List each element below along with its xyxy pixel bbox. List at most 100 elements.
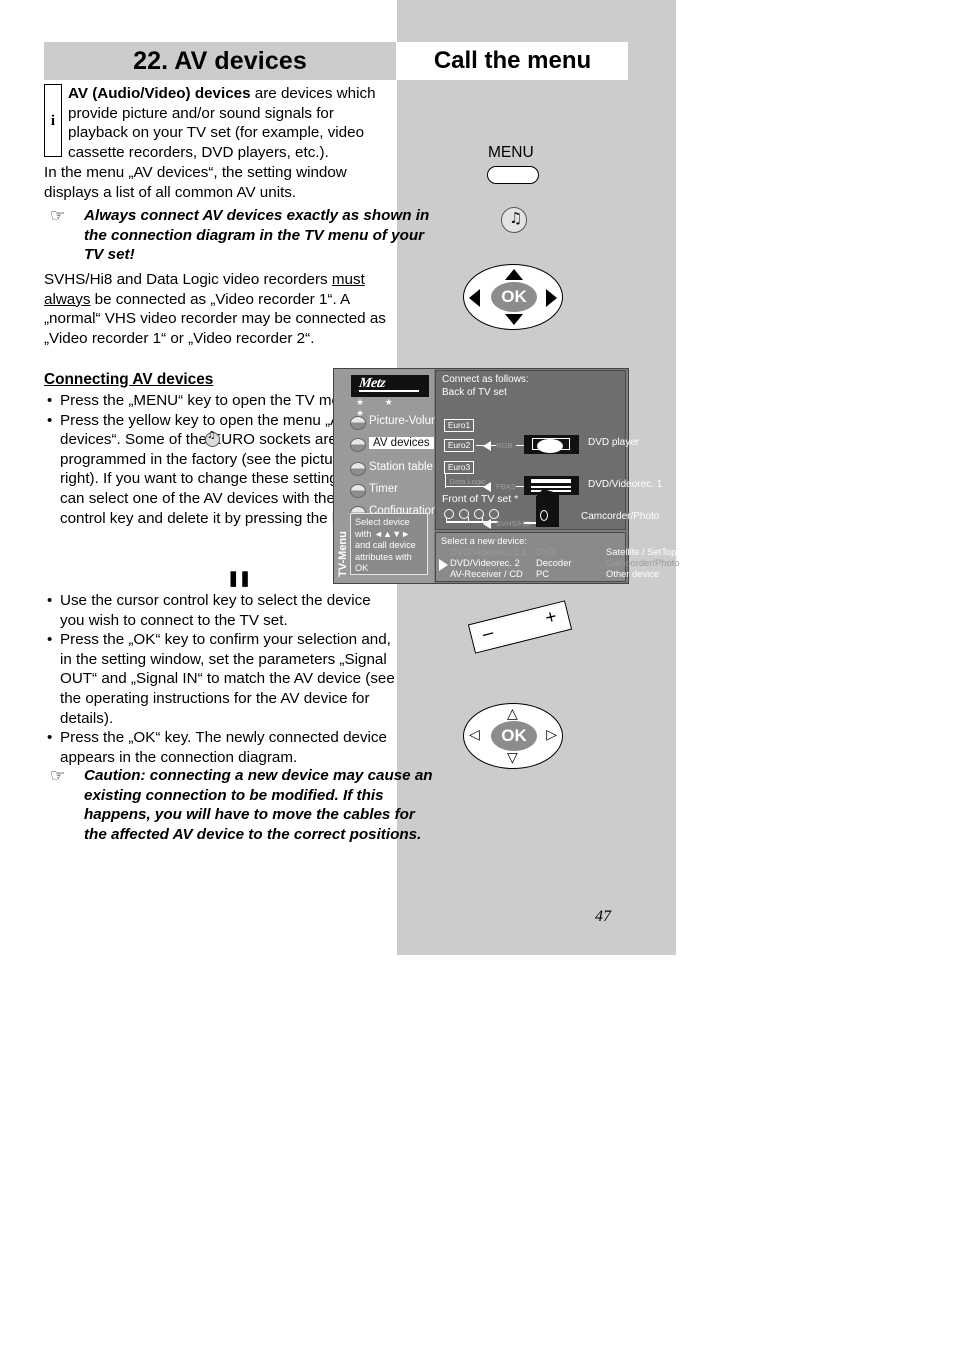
manual-page: 22. AV devices Call the menu i AV (Audio… bbox=[0, 0, 954, 1351]
note-always-connect-text: Always connect AV devices exactly as sho… bbox=[84, 207, 430, 264]
wire-cam bbox=[524, 522, 538, 524]
step-5-text: Press the „OK“ key. The newly connected … bbox=[60, 729, 387, 766]
list-item: Press the „OK“ key to confirm your selec… bbox=[46, 630, 398, 728]
pointing-hand-icon: ☞ bbox=[50, 206, 66, 226]
tv-menu-item-label: Station table bbox=[369, 461, 433, 473]
signal-arrow-fbas bbox=[483, 482, 491, 492]
intro-paragraph: In the menu „AV devices“, the setting wi… bbox=[44, 164, 347, 201]
ok-button[interactable]: OK bbox=[491, 282, 537, 312]
wire-front-v1 bbox=[446, 517, 448, 522]
signal-arrow-svhs bbox=[483, 519, 491, 529]
menu-knob-icon bbox=[350, 462, 366, 476]
diagram-subtitle: Back of TV set bbox=[442, 387, 507, 398]
signal-arrow-rgb bbox=[483, 441, 491, 451]
info-icon-letter: i bbox=[50, 113, 56, 129]
note-caution: ☞ Caution: connecting a new device may c… bbox=[44, 766, 436, 844]
tv-menu-sidebar: TV-Menu Metz ★ ★ ★ Picture-Volume AV dev… bbox=[334, 369, 447, 583]
recorder-text-a: SVHS/Hi8 and Data Logic video recorders bbox=[44, 271, 332, 288]
device-option-av-receiver-cd[interactable]: AV-Receiver / CD bbox=[450, 568, 523, 579]
info-text: AV (Audio/Video) devices are devices whi… bbox=[68, 84, 394, 162]
videorec-label: DVD/Videorec. 1 bbox=[588, 479, 663, 490]
list-item: Press the „OK“ key. The newly connected … bbox=[46, 728, 398, 767]
pointing-hand-icon: ☞ bbox=[50, 766, 66, 786]
plus-label: + bbox=[543, 606, 560, 630]
euro1-socket[interactable]: Euro1 bbox=[444, 419, 474, 432]
euro2-socket[interactable]: Euro2 bbox=[444, 439, 474, 452]
recorder-paragraph: SVHS/Hi8 and Data Logic video recorders … bbox=[44, 270, 394, 348]
device-option-dvd-videorec-2[interactable]: DVD/Videorec. 2 bbox=[450, 557, 520, 568]
cursor-left-icon[interactable]: ◁ bbox=[469, 728, 480, 742]
cursor-control-pad-filled[interactable]: OK bbox=[463, 264, 563, 330]
cursor-up-icon[interactable] bbox=[505, 269, 523, 280]
videorec-slot-2 bbox=[531, 486, 571, 488]
metz-logo-underline bbox=[359, 390, 419, 392]
tv-menu-vertical-label: TV-Menu bbox=[337, 531, 349, 577]
cursor-right-icon[interactable]: ▷ bbox=[546, 728, 557, 742]
device-option-satellite-settop[interactable]: Satellite / SetTop bbox=[606, 546, 676, 557]
cursor-right-icon[interactable] bbox=[546, 289, 557, 307]
info-icon: i bbox=[44, 84, 62, 157]
section-title: Call the menu bbox=[433, 47, 592, 74]
wire-fbas-b bbox=[516, 486, 524, 488]
camcorder-device bbox=[536, 489, 559, 527]
videorec-slot-1 bbox=[531, 479, 571, 483]
page-number: 47 bbox=[595, 908, 611, 925]
menu-button[interactable] bbox=[487, 166, 539, 184]
step-1-text: Press the „MENU“ key to open the TV menu… bbox=[60, 392, 362, 409]
wire-front-v2 bbox=[468, 517, 470, 522]
dvd-player-label: DVD player bbox=[588, 437, 640, 448]
tv-menu-help-box: Select device with ◄▲▼► and call device … bbox=[350, 513, 428, 575]
cursor-up-icon[interactable]: △ bbox=[507, 707, 518, 721]
device-option-dvd[interactable]: DVD bbox=[536, 546, 556, 557]
selection-cursor-icon bbox=[439, 559, 448, 571]
section-title-bar: Call the menu bbox=[397, 42, 628, 80]
cursor-left-icon[interactable] bbox=[469, 289, 480, 307]
yellow-music-key-icon bbox=[205, 430, 220, 447]
cursor-down-icon[interactable] bbox=[505, 314, 523, 325]
tv-menu-content: Connect as follows: Back of TV set Euro1… bbox=[434, 369, 679, 583]
camcorder-lens-icon bbox=[540, 510, 548, 521]
cursor-control-pad-outline[interactable]: △ ▽ ◁ ▷ OK bbox=[463, 703, 563, 769]
camcorder-label: Camcorder/Photo bbox=[581, 511, 660, 522]
yellow-music-key-button[interactable] bbox=[501, 207, 527, 233]
note-always-connect: ☞ Always connect AV devices exactly as s… bbox=[44, 206, 434, 265]
device-option-pc[interactable]: PC bbox=[536, 568, 549, 579]
connection-diagram: Connect as follows: Back of TV set Euro1… bbox=[435, 370, 662, 530]
info-lead: AV (Audio/Video) devices bbox=[68, 85, 251, 102]
tv-menu-item-label: Timer bbox=[369, 483, 398, 495]
device-option-decoder[interactable]: Decoder bbox=[536, 557, 571, 568]
menu-knob-icon bbox=[350, 484, 366, 498]
wire-rgb-b bbox=[516, 445, 524, 447]
subheading-connecting: Connecting AV devices bbox=[44, 371, 214, 388]
menu-knob-icon bbox=[350, 416, 366, 430]
device-option-dvd-videorec-1[interactable]: DVD/Videorec. 1 1 bbox=[450, 546, 527, 557]
metz-logo: Metz bbox=[351, 375, 429, 397]
cursor-down-icon[interactable]: ▽ bbox=[507, 751, 518, 765]
dvd-disc-icon bbox=[537, 439, 563, 453]
menu-knob-icon bbox=[350, 438, 366, 452]
device-option-other-device[interactable]: Other device bbox=[606, 568, 659, 579]
step-3-text: Use the cursor control key to select the… bbox=[60, 592, 371, 629]
signal-label-rgb: RGB bbox=[496, 441, 513, 450]
tv-menu-screenshot: TV-Menu Metz ★ ★ ★ Picture-Volume AV dev… bbox=[333, 368, 679, 584]
list-item: Use the cursor control key to select the… bbox=[46, 591, 398, 630]
device-option-camcorder-photo[interactable]: Camcorder/Photo bbox=[606, 557, 679, 568]
euro3-socket[interactable]: Euro3 bbox=[444, 461, 474, 474]
front-jack-4 bbox=[489, 509, 499, 519]
ok-button[interactable]: OK bbox=[491, 721, 537, 751]
select-new-device-panel: Select a new device: DVD/Videorec. 1 1 D… bbox=[435, 532, 679, 582]
note-caution-text: Caution: connecting a new device may cau… bbox=[84, 767, 433, 843]
minus-label: – bbox=[480, 621, 496, 645]
steps-list-2: Use the cursor control key to select the… bbox=[46, 591, 398, 767]
diagram-title: Connect as follows: bbox=[442, 374, 529, 385]
tv-menu-item-label: AV devices bbox=[369, 437, 434, 449]
recorder-text-b: be connected as „Video recorder 1“. A „n… bbox=[44, 290, 386, 347]
chapter-title-bar: 22. AV devices bbox=[44, 42, 396, 80]
signal-label-fbas: FBAS bbox=[496, 482, 516, 491]
step-4-text: Press the „OK“ key to confirm your selec… bbox=[60, 631, 395, 727]
page-title: 22. AV devices bbox=[133, 47, 307, 75]
wire-euro3-h bbox=[445, 486, 485, 488]
menu-key-label: MENU bbox=[488, 144, 534, 161]
select-device-header: Select a new device: bbox=[441, 535, 527, 546]
pause-key-icon: ❚❚ bbox=[227, 570, 251, 587]
